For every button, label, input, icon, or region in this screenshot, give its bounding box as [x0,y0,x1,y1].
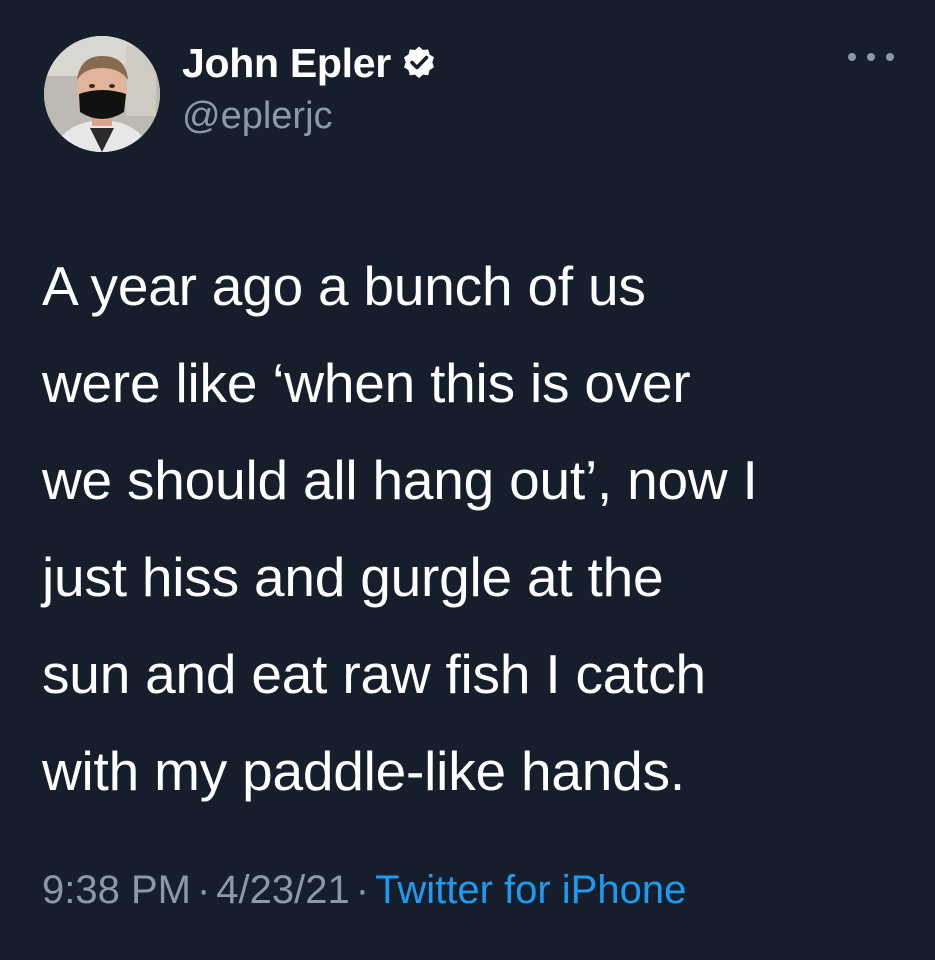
author-info: John Epler @eplerjc [182,38,437,138]
tweet-line: A year ago a bunch of us [42,255,646,317]
meta-separator: · [196,868,211,912]
avatar[interactable] [44,36,160,152]
meta-separator: · [355,868,370,912]
tweet-line: we should all hang out’, now I [42,449,758,511]
tweet-source-link[interactable]: Twitter for iPhone [375,868,686,912]
more-dot [848,53,856,61]
tweet-text: A year ago a bunch of us were like ‘when… [42,238,912,820]
more-dot [867,53,875,61]
tweet-card: John Epler @eplerjc A year ago a bunch o… [0,0,935,960]
tweet-time[interactable]: 9:38 PM [42,868,191,912]
tweet-line: were like ‘when this is over [42,352,691,414]
verified-badge-icon [401,45,437,81]
more-dot [886,53,894,61]
more-options-icon[interactable] [848,42,894,72]
tweet-line: with my paddle-like hands. [42,740,685,802]
tweet-date[interactable]: 4/23/21 [216,868,349,912]
user-handle[interactable]: @eplerjc [182,94,437,138]
display-name[interactable]: John Epler [182,38,391,88]
tweet-line: sun and eat raw fish I catch [42,643,706,705]
tweet-meta: 9:38 PM · 4/23/21 · Twitter for iPhone [42,862,686,918]
display-name-row: John Epler [182,38,437,88]
avatar-image [44,36,160,152]
tweet-line: just hiss and gurgle at the [42,546,664,608]
